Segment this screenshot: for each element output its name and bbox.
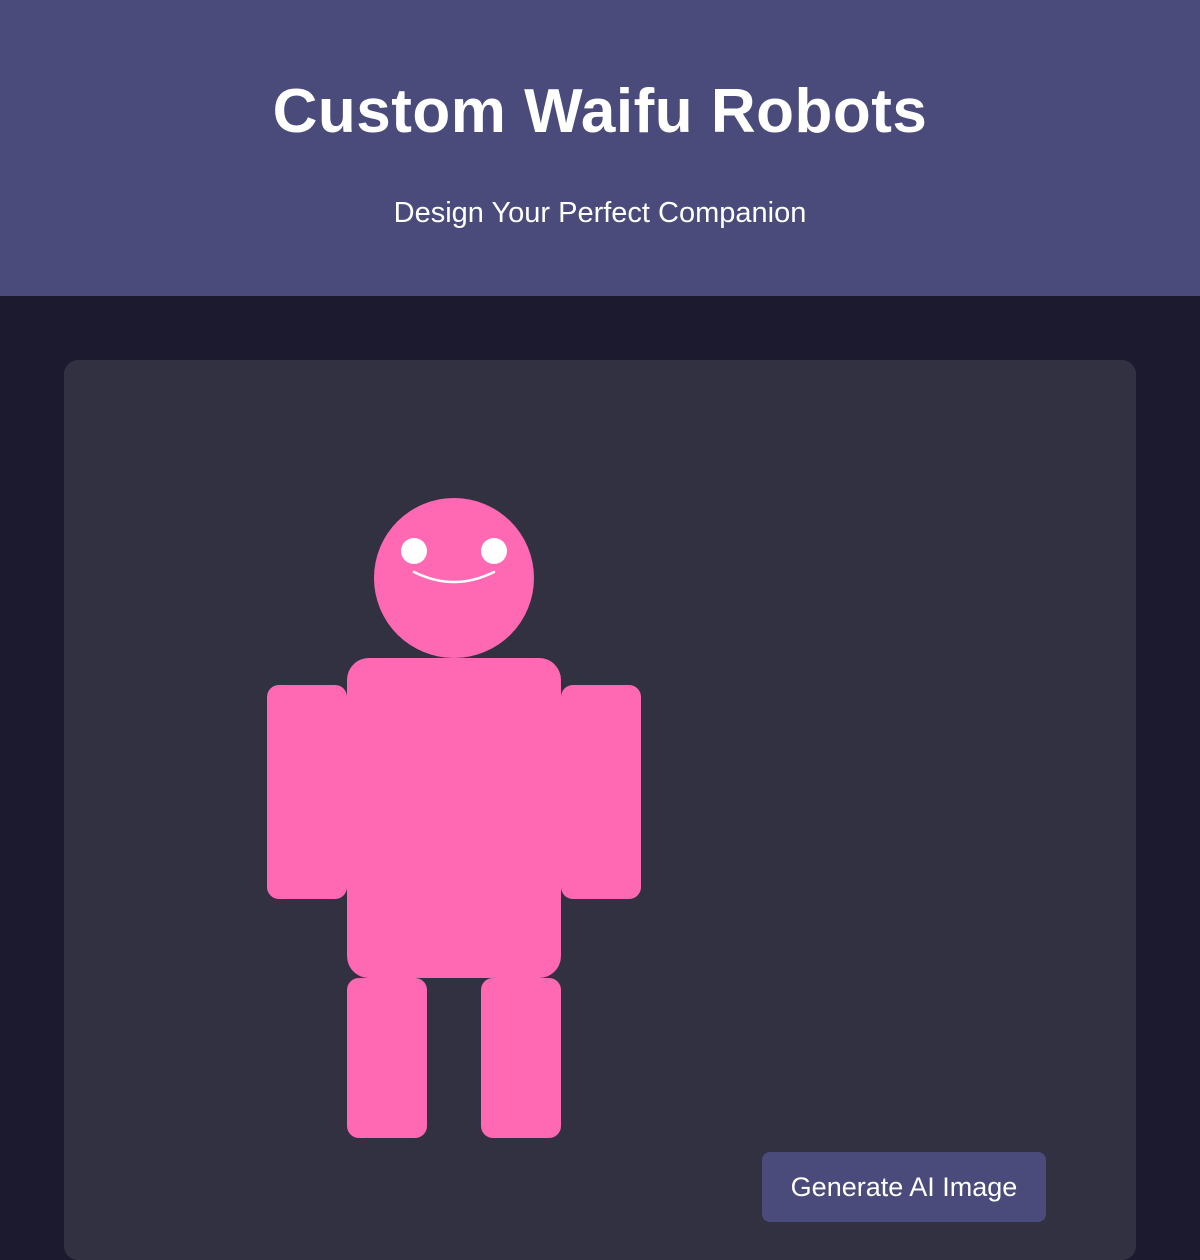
robot-torso	[347, 658, 561, 978]
generate-ai-image-button[interactable]: Generate AI Image	[762, 1152, 1046, 1222]
robot-smile	[412, 570, 496, 584]
robot-right-arm	[561, 685, 641, 899]
robot-head	[374, 498, 534, 658]
page-title: Custom Waifu Robots	[272, 77, 928, 146]
robot-designer-panel: Generate AI Image	[64, 360, 1136, 1260]
robot-left-leg	[347, 978, 427, 1138]
robot-left-eye	[401, 538, 427, 564]
site-header: Custom Waifu Robots Design Your Perfect …	[0, 0, 1200, 296]
robot-right-leg	[481, 978, 561, 1138]
page-subtitle: Design Your Perfect Companion	[393, 197, 807, 229]
robot-right-eye	[481, 538, 507, 564]
robot-left-arm	[267, 685, 347, 899]
